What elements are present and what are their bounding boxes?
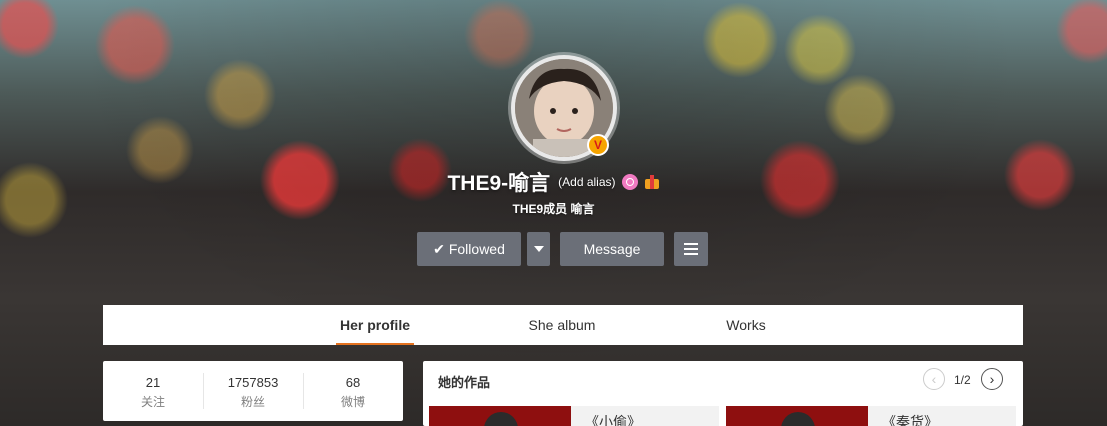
chevron-down-icon [533,246,544,252]
followed-label: Followed [448,241,505,257]
gift-icon[interactable] [644,175,660,189]
username: THE9-喻言 [447,172,551,195]
profile-bio: THE9成员 喻言 [512,202,595,216]
stat-value: 68 [345,375,361,390]
follow-options-button[interactable] [527,232,550,266]
work-title[interactable]: 《秦货》 [882,412,938,426]
name-row: THE9-喻言 (Add alias) [0,168,1107,196]
tab-she-album[interactable]: She album [517,305,607,345]
stat-following[interactable]: 21 关注 [103,361,203,421]
work-thumbnail[interactable] [429,406,571,426]
message-button[interactable]: Message [560,232,664,266]
alias-icon[interactable] [621,174,638,190]
next-arrow-icon[interactable]: › [981,368,1003,390]
add-alias-link[interactable]: (Add alias) [558,175,615,189]
verified-icon: V [587,134,609,156]
works-title: 她的作品 [438,375,491,390]
work-item[interactable]: 《小偷》 [429,406,719,426]
tab-her-profile[interactable]: Her profile [336,305,414,345]
stat-value: 1757853 [227,375,279,390]
menu-icon [684,243,698,245]
work-thumbnail[interactable] [726,406,868,426]
stats-card: 21 关注 1757853 粉丝 68 微博 [103,361,403,421]
work-item[interactable]: 《秦货》 [726,406,1016,426]
works-page-indicator: 1/2 [954,373,971,387]
stat-value: 21 [145,375,161,390]
stat-posts[interactable]: 68 微博 [303,361,403,421]
stat-label: 粉丝 [240,395,265,409]
followed-button[interactable]: ✔ Followed [417,232,521,266]
works-card: 她的作品 ‹ 1/2 › 《小偷》 《秦货》 [423,361,1023,426]
check-icon: ✔ [433,240,445,257]
message-label: Message [583,241,641,257]
stat-followers[interactable]: 1757853 粉丝 [203,361,303,421]
more-menu-button[interactable] [674,232,708,266]
stat-label: 微博 [340,395,365,409]
stat-label: 关注 [140,395,165,409]
work-title[interactable]: 《小偷》 [585,412,641,426]
profile-tabs: Her profile She album Works [103,305,1023,345]
prev-arrow-icon[interactable]: ‹ [923,368,945,390]
tab-works[interactable]: Works [715,305,777,345]
